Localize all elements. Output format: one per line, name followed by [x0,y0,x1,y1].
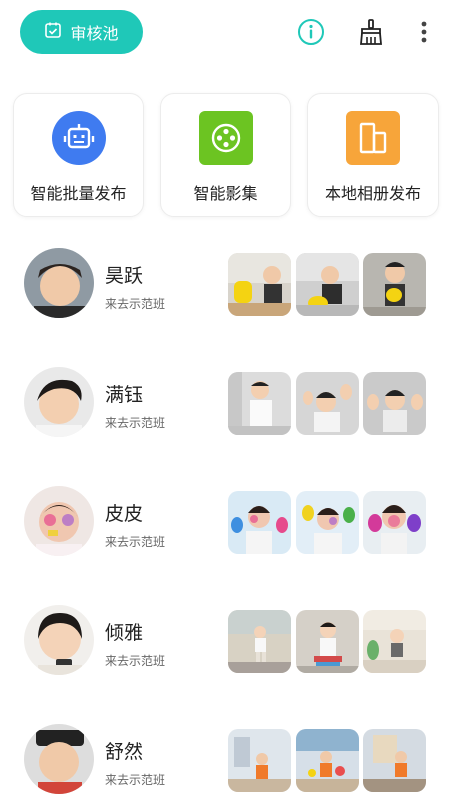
smart-album-card[interactable]: 智能影集 [160,93,291,217]
child-name: 倾雅 [105,622,144,644]
class-name: 来去示范班 [105,654,166,668]
film-reel-icon [199,111,253,165]
smart-album-label: 智能影集 [193,184,258,203]
class-name: 来去示范班 [105,535,166,549]
info-icon[interactable] [297,18,325,46]
photo-thumbnail[interactable] [363,610,426,673]
photo-thumbnail[interactable] [296,253,359,316]
class-name: 来去示范班 [105,297,166,311]
broom-icon[interactable] [357,18,385,46]
avatar[interactable] [24,724,94,794]
review-pool-label: 审核池 [70,24,119,43]
avatar[interactable] [24,248,94,318]
album-icon [346,111,400,165]
list-item[interactable]: 满钰 来去示范班 [0,362,450,446]
local-album-publish-label: 本地相册发布 [324,184,421,203]
class-name: 来去示范班 [105,416,166,430]
photo-thumbnail[interactable] [296,372,359,435]
list-item[interactable]: 昊跃 来去示范班 [0,243,450,327]
photo-thumbnail[interactable] [363,729,426,792]
local-album-publish-card[interactable]: 本地相册发布 [307,93,439,217]
top-bar: 审核池 [0,0,450,64]
avatar[interactable] [24,367,94,437]
list-item[interactable]: 倾雅 来去示范班 [0,600,450,684]
list-item[interactable]: 皮皮 来去示范班 [0,481,450,565]
child-name: 满钰 [105,384,144,406]
feature-cards: 智能批量发布 智能影集 本地相册发布 [13,93,439,217]
photo-thumbnail[interactable] [363,253,426,316]
avatar[interactable] [24,605,94,675]
class-name: 来去示范班 [105,773,166,787]
robot-icon [52,111,106,165]
smart-batch-publish-label: 智能批量发布 [30,184,127,203]
child-name: 舒然 [105,741,144,763]
child-name: 昊跃 [105,265,144,287]
calendar-check-icon [44,21,62,43]
photo-thumbnail[interactable] [228,372,291,435]
photo-thumbnail[interactable] [363,491,426,554]
photo-thumbnail[interactable] [363,372,426,435]
photo-thumbnail[interactable] [296,491,359,554]
more-vertical-icon[interactable] [412,18,436,46]
avatar[interactable] [24,486,94,556]
photo-thumbnail[interactable] [228,491,291,554]
photo-thumbnail[interactable] [228,253,291,316]
photo-thumbnail[interactable] [228,729,291,792]
photo-thumbnail[interactable] [296,610,359,673]
smart-batch-publish-card[interactable]: 智能批量发布 [13,93,144,217]
photo-thumbnail[interactable] [228,610,291,673]
photo-thumbnail[interactable] [296,729,359,792]
review-pool-button[interactable]: 审核池 [20,10,143,54]
child-name: 皮皮 [105,503,144,525]
list-item[interactable]: 舒然 来去示范班 [0,719,450,800]
